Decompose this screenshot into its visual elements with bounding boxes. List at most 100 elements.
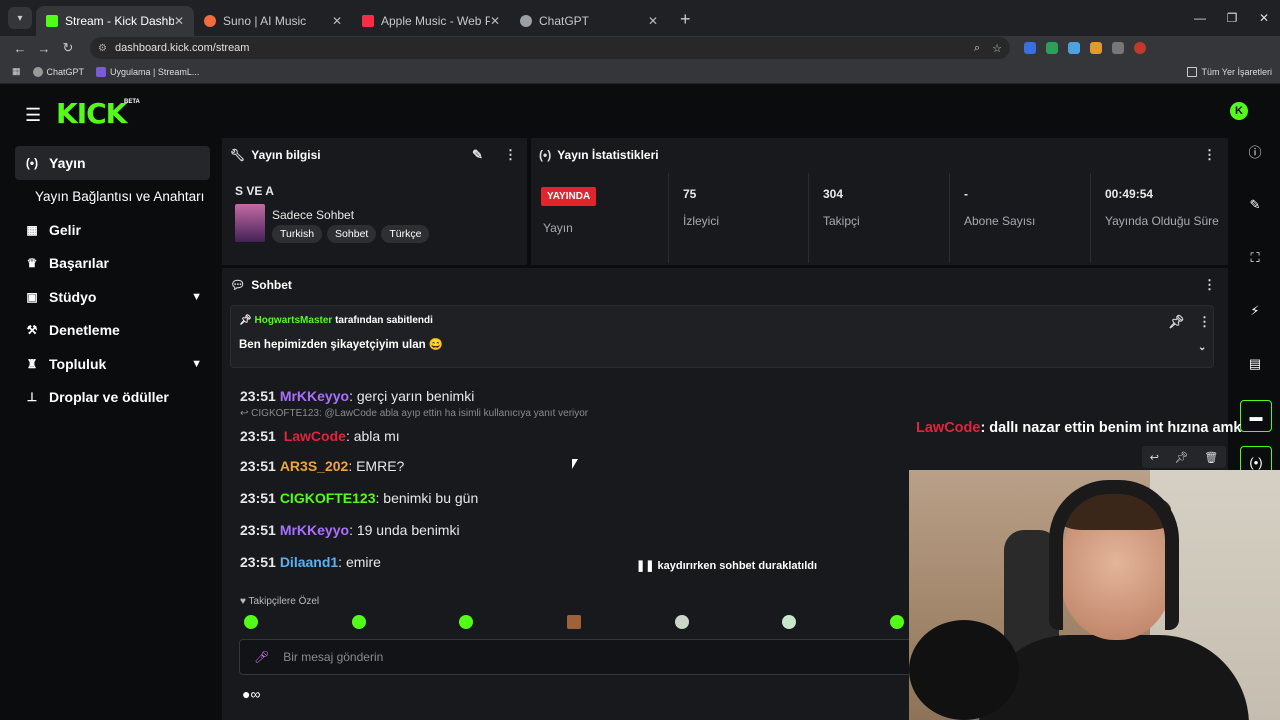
- bookmark-star-icon[interactable]: ☆: [992, 42, 1002, 55]
- close-icon[interactable]: ✕: [648, 14, 658, 28]
- chat-paused-notice[interactable]: ❚❚ kaydırırken sohbet duraklatıldı: [636, 559, 817, 572]
- url-field[interactable]: ⚙ dashboard.kick.com/stream ⌕ ☆: [90, 37, 1010, 59]
- pinned-by-text: tarafından sabitlendi: [335, 315, 433, 326]
- message-time: 23:51: [240, 428, 276, 444]
- puzzle-icon[interactable]: [1112, 42, 1124, 54]
- edit-icon[interactable]: ✎: [1230, 178, 1280, 231]
- profile-avatar-icon[interactable]: [1134, 42, 1146, 54]
- tab-chatgpt[interactable]: ChatGPT ✕: [510, 6, 668, 36]
- unpin-icon[interactable]: 📌︎: [1168, 314, 1185, 330]
- tab-apple-music[interactable]: Apple Music - Web Player ✕: [352, 6, 510, 36]
- site-info-icon[interactable]: ⚙: [98, 43, 107, 54]
- back-icon[interactable]: ←: [8, 41, 32, 56]
- sidebar-item-basarilar[interactable]: ♛ Başarılar: [15, 247, 210, 281]
- close-icon[interactable]: ✕: [332, 14, 342, 28]
- studio-icon: ▣: [26, 289, 38, 304]
- chevron-down-icon[interactable]: ⌄: [1198, 342, 1206, 353]
- stat-label: Yayında Olduğu Süre: [1105, 214, 1219, 228]
- sidebar-item-stream-key[interactable]: Yayın Bağlantısı ve Anahtarı: [15, 180, 210, 214]
- more-icon[interactable]: ⋮: [504, 147, 517, 163]
- forward-icon[interactable]: →: [32, 41, 56, 56]
- emote-icon[interactable]: [782, 615, 797, 629]
- close-icon[interactable]: ✕: [490, 14, 500, 28]
- notes-icon[interactable]: ▤: [1230, 337, 1280, 390]
- sidebar-item-topluluk[interactable]: ♜ Topluluk ▼: [15, 347, 210, 381]
- message-time: 23:51: [240, 522, 276, 538]
- sidebar-item-studyo[interactable]: ▣ Stüdyo ▼: [15, 280, 210, 314]
- all-bookmarks[interactable]: Tüm Yer İşaretleri: [1187, 66, 1272, 77]
- extension-icon[interactable]: [1090, 42, 1102, 54]
- more-icon[interactable]: ⋮: [1198, 314, 1211, 330]
- stat-value: 00:49:54: [1105, 187, 1154, 201]
- pinned-message: 📌︎ HogwartsMaster tarafından sabitlendi …: [230, 305, 1214, 368]
- sidebar-item-label: Stüdyo: [49, 288, 97, 305]
- overlay-user: LawCode: [916, 420, 981, 436]
- more-icon[interactable]: ⋮: [1203, 277, 1216, 293]
- message-user[interactable]: MrKKeyyo: [280, 522, 349, 538]
- emote-icon[interactable]: [459, 615, 474, 629]
- apps-grid-icon[interactable]: ▦: [12, 66, 21, 77]
- reply-icon[interactable]: ↩: [1150, 451, 1159, 464]
- info-icon[interactable]: ⓘ: [1230, 125, 1280, 178]
- category-name[interactable]: Sadece Sohbet: [272, 208, 354, 222]
- zoom-icon[interactable]: ⌕: [974, 42, 980, 55]
- menu-icon[interactable]: ☰: [25, 105, 41, 126]
- chat-message[interactable]: 23:51 CIGKOFTE123: benimki bu gün: [240, 482, 900, 514]
- sidebar-item-denetleme[interactable]: ⚒ Denetleme: [15, 314, 210, 348]
- close-icon[interactable]: ✕: [174, 14, 184, 28]
- bolt-icon[interactable]: ⚡︎: [1230, 284, 1280, 337]
- reload-icon[interactable]: ↻: [56, 40, 80, 56]
- microphone-icon[interactable]: 🎤︎: [254, 650, 269, 664]
- sidebar-item-yayin[interactable]: (•) Yayın: [15, 146, 210, 180]
- message-user[interactable]: AR3S_202: [280, 458, 349, 474]
- tab-search-button[interactable]: ▾: [8, 7, 32, 29]
- message-user[interactable]: CIGKOFTE123: [280, 490, 376, 506]
- edit-icon[interactable]: ✎: [472, 147, 483, 163]
- extension-icon[interactable]: [1024, 42, 1036, 54]
- tag[interactable]: Türkçe: [381, 225, 430, 243]
- chat-message[interactable]: 23:51 MrKKeyyo: 19 unda benimki: [240, 514, 900, 546]
- maximize-icon[interactable]: ❐: [1216, 0, 1248, 36]
- emote-icon[interactable]: [566, 615, 581, 629]
- message-text: 19 unda benimki: [356, 522, 460, 538]
- emote-icon[interactable]: [351, 615, 366, 629]
- tab-suno[interactable]: Suno | AI Music ✕: [194, 6, 352, 36]
- bookmark-chatgpt[interactable]: ChatGPT: [32, 66, 84, 77]
- tab-title: Stream - Kick Dashboard: [65, 14, 174, 28]
- chat-input[interactable]: 🎤︎ Bir mesaj gönderin: [239, 639, 919, 675]
- shield-extension-icon[interactable]: [1046, 42, 1058, 54]
- minimize-icon[interactable]: —: [1184, 0, 1216, 36]
- sidebar-item-label: Yayın Bağlantısı ve Anahtarı: [35, 188, 205, 204]
- bookmark-streamlabs[interactable]: Uygulama | StreamL...: [96, 66, 199, 77]
- fullscreen-icon[interactable]: ⛶: [1230, 231, 1280, 284]
- message-user[interactable]: LawCode: [284, 428, 346, 444]
- stat-value: -: [964, 187, 968, 201]
- delete-icon[interactable]: 🗑︎: [1204, 451, 1218, 464]
- new-tab-icon[interactable]: +: [680, 9, 691, 30]
- sidebar-item-label: Denetleme: [49, 322, 120, 339]
- pin-icon[interactable]: 📌︎: [1175, 451, 1189, 464]
- sidebar-item-gelir[interactable]: ▦ Gelir: [15, 213, 210, 247]
- kick-logo[interactable]: KICK: [56, 97, 127, 130]
- chat-message[interactable]: 23:51 LawCode: abla mı: [240, 422, 900, 450]
- extension-icon[interactable]: [1068, 42, 1080, 54]
- message-user[interactable]: Dilaand1: [280, 554, 338, 570]
- chatgpt-favicon-icon: [520, 15, 532, 27]
- followers-only-label: Takipçilere Özel: [248, 596, 320, 607]
- tag[interactable]: Sohbet: [327, 225, 377, 243]
- pinned-by-user[interactable]: HogwartsMaster: [254, 315, 332, 326]
- live-label: Yayın: [543, 221, 573, 235]
- tab-kick-dashboard[interactable]: Stream - Kick Dashboard ✕: [36, 6, 194, 36]
- emote-icon[interactable]: [674, 615, 689, 629]
- kick-account-icon[interactable]: K: [1230, 102, 1248, 120]
- broadcast-icon: (•): [25, 155, 39, 170]
- more-icon[interactable]: ⋮: [1203, 147, 1216, 163]
- close-window-icon[interactable]: ✕: [1248, 0, 1280, 36]
- emote-icon[interactable]: [244, 615, 258, 629]
- tag[interactable]: Turkish: [272, 225, 323, 243]
- message-user[interactable]: MrKKeyyo: [280, 388, 349, 404]
- sidebar-item-droplar[interactable]: ⊥ Droplar ve ödüller: [15, 381, 210, 415]
- chat-message[interactable]: 23:51 AR3S_202: EMRE?: [240, 450, 900, 482]
- chat-settings-icon[interactable]: ●∞: [242, 686, 260, 702]
- emote-icon[interactable]: [889, 615, 904, 629]
